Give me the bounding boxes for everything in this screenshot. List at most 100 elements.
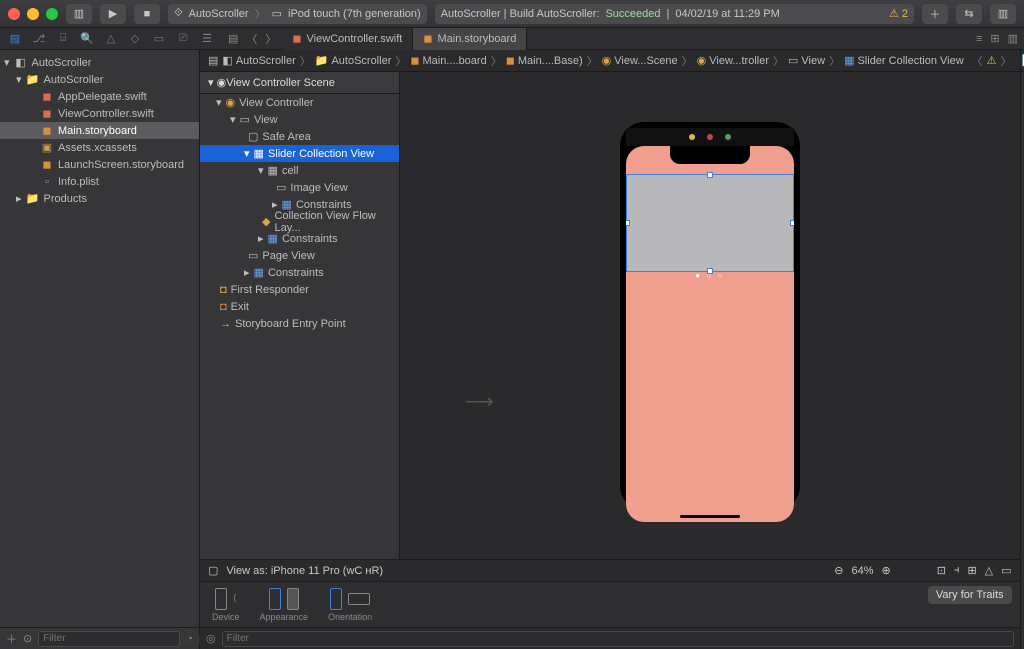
folder-products[interactable]: ▸📁Products (0, 190, 199, 207)
ib-canvas[interactable]: ⟶ ● ○ ○ (400, 72, 1020, 559)
document-outline: ▾ ◉ View Controller Scene ▾◉View Control… (200, 72, 400, 559)
outline-toggle-icon[interactable]: ▤ (228, 32, 238, 45)
editor-area: ▤ ◧AutoScroller〉 📁AutoScroller〉 ◼Main...… (200, 50, 1020, 649)
folder-autoscroller[interactable]: ▾📁AutoScroller (0, 71, 199, 88)
outline-view[interactable]: ▾▭View (200, 111, 399, 128)
recent-filter-icon[interactable]: ◔ (186, 633, 193, 645)
project-navigator-icon[interactable]: ▤ (8, 32, 22, 45)
report-navigator-icon[interactable]: ☰ (200, 32, 214, 45)
jump-back-icon[interactable]: 〈 (972, 53, 983, 69)
file-main-storyboard[interactable]: ◼Main.storyboard (0, 122, 199, 139)
scheme-selector[interactable]: ⟐AutoScroller〉▭iPod touch (7th generatio… (168, 4, 427, 24)
navigator-tabs: ▤ ⎇ ⌸ 🔍 △ ◇ ▭ ⎚ ☰ (0, 32, 222, 45)
panel-toggle-right[interactable]: ▥ (990, 4, 1016, 24)
test-navigator-icon[interactable]: ◇ (128, 32, 142, 45)
issue-navigator-icon[interactable]: △ (104, 32, 118, 45)
file-appdelegate[interactable]: ◼AppDelegate.swift (0, 88, 199, 105)
adjust-editor-icon[interactable]: ⊞ (990, 32, 999, 45)
resize-handle-right[interactable] (790, 220, 794, 226)
outline-slider-collection-view[interactable]: ▾▦Slider Collection View (200, 145, 399, 162)
zoom-window-icon[interactable] (46, 8, 58, 20)
jump-warning-icon[interactable]: ⚠︎ (987, 54, 997, 67)
notch-icon (670, 146, 750, 164)
align-icon[interactable]: ⫞ (954, 564, 960, 577)
titlebar: ▥ ▶ ■ ⟐AutoScroller〉▭iPod touch (7th gen… (0, 0, 1024, 28)
find-navigator-icon[interactable]: 🔍 (80, 32, 94, 45)
outline-flow-layout[interactable]: ◆Collection View Flow Lay... (200, 213, 399, 230)
close-icon[interactable] (8, 8, 20, 20)
jump-bar[interactable]: ▤ ◧AutoScroller〉 📁AutoScroller〉 ◼Main...… (200, 50, 1020, 72)
zoom-in-icon[interactable]: ⊕ (882, 564, 891, 577)
pin-icon[interactable]: ⊞ (967, 564, 976, 577)
stop-button[interactable]: ■ (134, 4, 160, 24)
library-button[interactable]: ＋ (922, 4, 948, 24)
selected-collection-view[interactable] (626, 174, 794, 272)
jump-forward-icon[interactable]: 〉 (1001, 53, 1012, 69)
tab-main-storyboard[interactable]: ◼Main.storyboard (413, 28, 527, 50)
embed-icon[interactable]: ⊡ (937, 564, 946, 577)
device-config-icon[interactable]: ▢ (208, 564, 218, 577)
editor-mode-icon[interactable]: ≡ (976, 33, 982, 45)
storyboard-entry-arrow-icon: ⟶ (465, 389, 494, 414)
device-screen[interactable]: ● ○ ○ (626, 146, 794, 522)
debug-navigator-icon[interactable]: ▭ (152, 32, 166, 45)
outline-image-view[interactable]: ▭Image View (200, 179, 399, 196)
file-inspector-icon[interactable]: 📄 (1021, 54, 1024, 67)
outline-cell[interactable]: ▾▦cell (200, 162, 399, 179)
file-viewcontroller[interactable]: ◼ViewController.swift (0, 105, 199, 122)
inspector-panel: 📄 ◔ ? ▭ ☰ 📏 → Collection View Items1 Lay… (1020, 50, 1024, 649)
sub-toolbar: ▤ ⎇ ⌸ 🔍 △ ◇ ▭ ⎚ ☰ ▤ 〈 〉 ◼ViewController.… (0, 28, 1024, 50)
source-control-icon[interactable]: ⎇ (32, 32, 46, 45)
resize-handle-left[interactable] (626, 220, 630, 226)
zoom-level[interactable]: 64% (851, 565, 873, 577)
outline-safe-area[interactable]: ▢Safe Area (200, 128, 399, 145)
page-control-dots-icon: ● ○ ○ (695, 271, 724, 280)
device-statusbar (626, 128, 794, 146)
auto-layout-icon[interactable]: ◎ (206, 632, 216, 645)
editor-nav: ▤ 〈 〉 (222, 31, 282, 47)
run-button[interactable]: ▶ (100, 4, 126, 24)
warnings-badge[interactable]: ⚠︎ 2 (889, 7, 908, 20)
minimize-icon[interactable] (27, 8, 39, 20)
stack-icon[interactable]: ▭ (1001, 564, 1011, 577)
activity-viewer: AutoScroller | Build AutoScroller: Succe… (435, 4, 914, 24)
add-file-icon[interactable]: ＋ (6, 631, 17, 647)
outline-view-controller[interactable]: ▾◉View Controller (200, 94, 399, 111)
back-icon[interactable]: 〈 (246, 31, 257, 47)
outline-constraints-3[interactable]: ▸▦Constraints (200, 264, 399, 281)
file-launchscreen[interactable]: ◼LaunchScreen.storyboard (0, 156, 199, 173)
related-items-icon[interactable]: ▤ (208, 54, 218, 67)
section-scroll-view: Scroll View (1021, 223, 1024, 255)
outline-first-responder[interactable]: ◘First Responder (200, 281, 399, 298)
view-as-label[interactable]: View as: iPhone 11 Pro (ᴡC ʜR) (226, 565, 383, 577)
vary-for-traits-button[interactable]: Vary for Traits (928, 586, 1012, 604)
panel-toggle-left[interactable]: ▥ (66, 4, 92, 24)
file-info-plist[interactable]: ▫Info.plist (0, 173, 199, 190)
filter-input[interactable] (38, 631, 180, 647)
trait-orientation[interactable]: Orientation (328, 588, 372, 622)
outline-entry-point[interactable]: →Storyboard Entry Point (200, 315, 399, 332)
code-review-button[interactable]: ⇆ (956, 4, 982, 24)
tab-viewcontroller[interactable]: ◼ViewController.swift (282, 28, 413, 50)
section-view: View (1021, 510, 1024, 530)
file-assets[interactable]: ▣Assets.xcassets (0, 139, 199, 156)
view-as-bar: ▢ View as: iPhone 11 Pro (ᴡC ʜR) ⊖ 64% ⊕… (200, 559, 1020, 581)
breakpoint-navigator-icon[interactable]: ⎚ (176, 32, 190, 45)
add-editor-icon[interactable]: ▥ (1008, 32, 1018, 45)
navigator-bottom-bar: ＋ ⊙ ◔ ▦ (0, 627, 199, 649)
editor-options: ≡ ⊞ ▥ (970, 32, 1024, 45)
canvas-filter-input[interactable] (222, 631, 1014, 647)
canvas-bottom-bar: ◎ (200, 627, 1020, 649)
zoom-out-icon[interactable]: ⊖ (834, 564, 843, 577)
filter-scope-icon[interactable]: ⊙ (23, 632, 32, 645)
project-root[interactable]: ▾◧AutoScroller (0, 54, 199, 71)
trait-appearance[interactable]: Appearance (260, 588, 309, 622)
forward-icon[interactable]: 〉 (265, 31, 276, 47)
outline-exit[interactable]: ◘Exit (200, 298, 399, 315)
trait-device[interactable]: ⟨ Device (212, 588, 240, 622)
resolve-issues-icon[interactable]: △ (985, 564, 993, 577)
symbol-navigator-icon[interactable]: ⌸ (56, 32, 70, 45)
outline-page-view[interactable]: ▭Page View (200, 247, 399, 264)
scene-header: ▾ ◉ View Controller Scene (200, 72, 399, 94)
resize-handle-top[interactable] (707, 172, 713, 178)
